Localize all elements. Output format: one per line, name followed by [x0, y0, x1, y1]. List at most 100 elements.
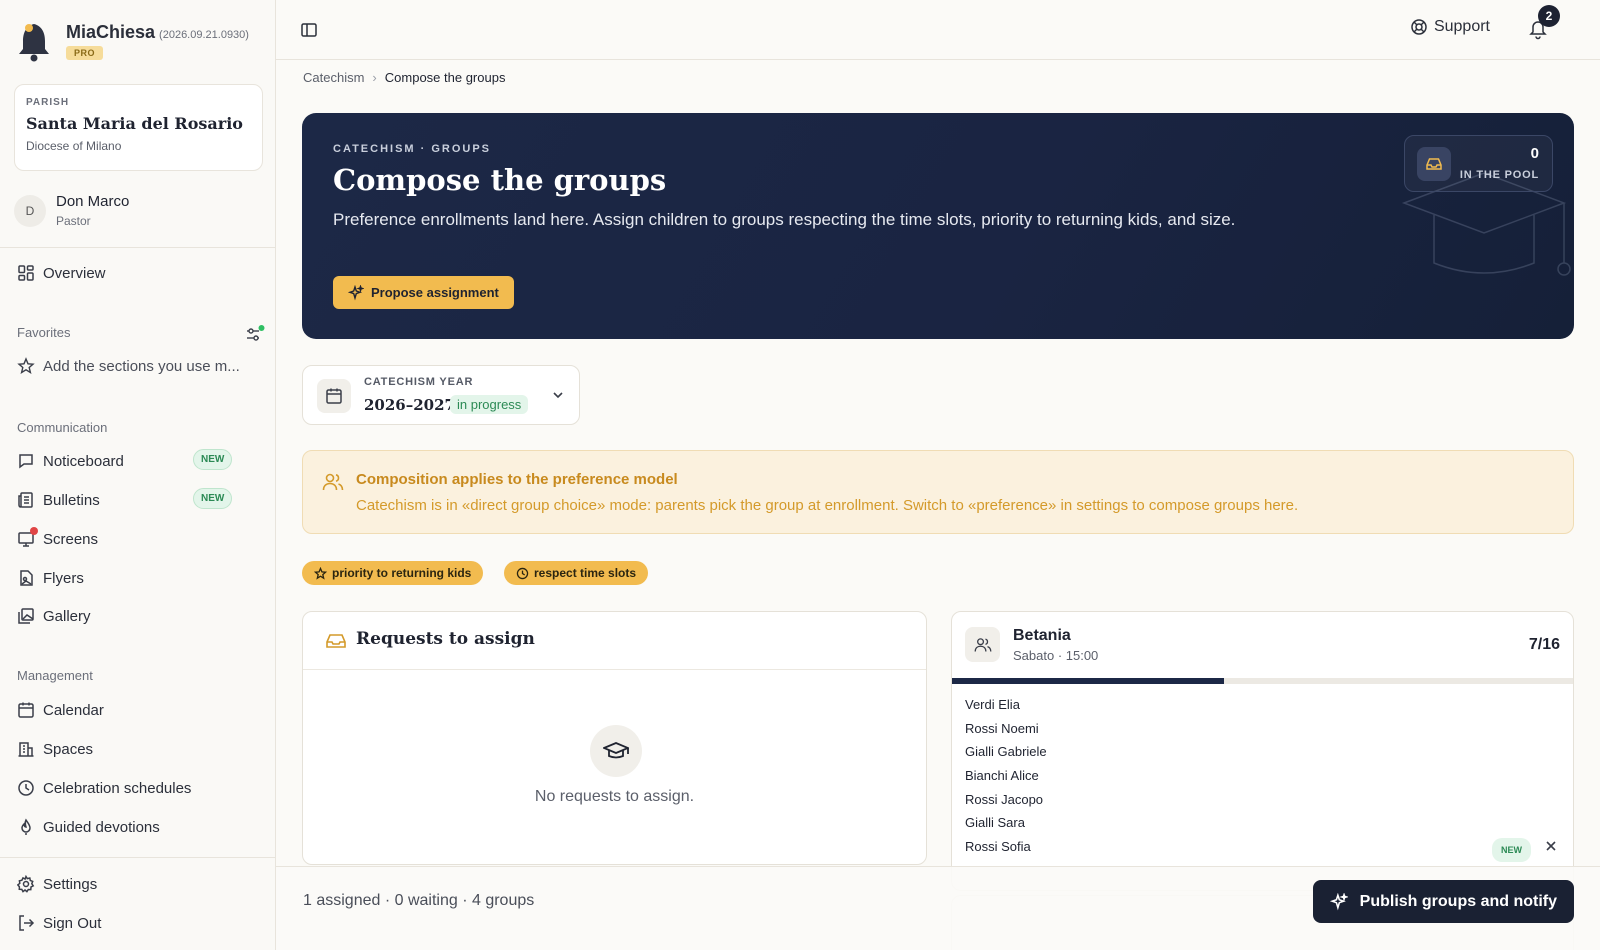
- clock-icon: [18, 780, 34, 796]
- sidebar-item-label: Sign Out: [43, 914, 102, 932]
- catechism-year-select[interactable]: CATECHISM YEAR 2026–2027 in progress: [302, 365, 580, 425]
- chip-label: priority to returning kids: [332, 566, 472, 580]
- parish-label: PARISH: [26, 97, 70, 108]
- bell-logo-icon: [19, 24, 49, 62]
- sidebar-item-bulletins[interactable]: Bulletins NEW: [17, 486, 262, 514]
- sparkles-icon: [1329, 892, 1348, 910]
- empty-state-icon-wrap: [590, 725, 642, 777]
- sidebar-item-guided-devotions[interactable]: Guided devotions: [17, 813, 262, 841]
- message-square-icon: [19, 454, 33, 469]
- propose-assignment-label: Propose assignment: [371, 285, 499, 300]
- year-value: 2026–2027: [364, 396, 455, 414]
- sidebar-toggle-icon[interactable]: [300, 21, 318, 39]
- list-item[interactable]: Rossi Jacopo: [965, 791, 1561, 815]
- life-buoy-icon: [1411, 19, 1427, 35]
- sidebar-item-screens[interactable]: Screens: [17, 525, 262, 553]
- users-icon-wrap: [965, 627, 1000, 662]
- member-name: Rossi Jacopo: [965, 791, 1044, 807]
- sidebar-item-settings[interactable]: Settings: [17, 870, 262, 898]
- member-name: Gialli Sara: [965, 815, 1025, 831]
- pool-label: IN THE POOL: [1459, 169, 1539, 181]
- calendar-icon: [18, 702, 34, 718]
- support-label: Support: [1433, 18, 1490, 35]
- hero-banner: CATECHISM · GROUPS Compose the groups Pr…: [302, 113, 1574, 339]
- action-bar: 1 assigned · 0 waiting · 4 groups Publis…: [276, 866, 1600, 950]
- favorites-add[interactable]: Add the sections you use m...: [17, 352, 262, 380]
- publish-groups-label: Publish groups and notify: [1359, 892, 1557, 910]
- sidebar-item-label: Guided devotions: [43, 818, 160, 836]
- parish-name: Santa Maria del Rosario: [26, 114, 243, 133]
- group-card-betania: Betania Sabato · 15:00 7/16 Verdi Elia R…: [951, 611, 1574, 891]
- divider: [0, 247, 276, 248]
- list-item[interactable]: Bianchi Alice: [965, 767, 1561, 791]
- parish-card[interactable]: PARISH Santa Maria del Rosario Diocese o…: [14, 84, 263, 171]
- sidebar-item-label: Flyers: [43, 569, 84, 587]
- sidebar-item-calendar[interactable]: Calendar: [17, 696, 262, 724]
- notice-text: Catechism is in «direct group choice» mo…: [356, 497, 1299, 514]
- chip-priority-returning[interactable]: priority to returning kids: [302, 561, 484, 585]
- log-out-icon: [19, 915, 35, 931]
- sidebar-item-celebration-schedules[interactable]: Celebration schedules: [17, 774, 262, 802]
- app-version: (2026.09.21.0930): [159, 29, 249, 41]
- member-name: Rossi Noemi: [965, 720, 1039, 736]
- user-profile[interactable]: D Don Marco Pastor: [14, 192, 264, 232]
- sidebar-item-spaces[interactable]: Spaces: [17, 735, 262, 763]
- new-badge: NEW: [193, 488, 233, 509]
- parish-diocese: Diocese of Milano: [26, 139, 122, 153]
- year-label: CATECHISM YEAR: [364, 376, 474, 388]
- list-item[interactable]: Rossi Noemi: [965, 720, 1561, 744]
- gear-icon: [17, 875, 35, 893]
- list-item[interactable]: Verdi Elia: [965, 696, 1561, 720]
- favorites-add-label: Add the sections you use m...: [43, 357, 240, 375]
- breadcrumb-parent[interactable]: Catechism: [303, 70, 364, 85]
- list-item[interactable]: Gialli Gabriele: [965, 743, 1561, 767]
- list-item[interactable]: Rossi Sofia NEW: [965, 838, 1561, 863]
- group-time-slot: Sabato · 15:00: [1013, 648, 1099, 663]
- sidebar-item-flyers[interactable]: Flyers: [17, 564, 262, 592]
- avatar: D: [14, 195, 46, 227]
- publish-groups-button[interactable]: Publish groups and notify: [1312, 880, 1574, 923]
- star-icon: [314, 566, 327, 580]
- hero-description: Preference enrollments land here. Assign…: [333, 210, 1236, 229]
- member-name: Bianchi Alice: [965, 768, 1039, 784]
- star-icon: [17, 357, 35, 374]
- inbox-icon: [326, 634, 346, 648]
- user-name: Don Marco: [56, 193, 130, 210]
- user-role: Pastor: [56, 214, 91, 228]
- sidebar-item-sign-out[interactable]: Sign Out: [17, 909, 262, 937]
- breadcrumb: Catechism › Compose the groups: [303, 70, 505, 85]
- sidebar-item-label: Celebration schedules: [43, 779, 192, 797]
- group-capacity: 7/16: [1528, 636, 1560, 653]
- requests-title: Requests to assign: [356, 629, 535, 649]
- alert-dot: [30, 527, 38, 535]
- section-management: Management: [17, 668, 93, 683]
- notification-count-badge: 2: [1538, 5, 1560, 27]
- clock-icon: [516, 567, 529, 579]
- pool-count: 0: [1530, 145, 1539, 162]
- monitor-icon-wrap: [17, 527, 38, 548]
- chip-respect-time-slots[interactable]: respect time slots: [504, 561, 649, 585]
- sidebar-item-gallery[interactable]: Gallery: [17, 602, 262, 630]
- requests-header: Requests to assign: [303, 612, 926, 670]
- support-button[interactable]: Support: [1410, 18, 1490, 36]
- inbox-icon: [1426, 158, 1442, 170]
- app-name: MiaChiesa (2026.09.21.0930): [66, 22, 249, 42]
- brand[interactable]: MiaChiesa (2026.09.21.0930) PRO: [16, 20, 266, 64]
- propose-assignment-button[interactable]: Propose assignment: [333, 276, 514, 309]
- close-icon[interactable]: [1545, 840, 1557, 852]
- plan-badge: PRO: [66, 46, 104, 60]
- grid-icon: [18, 265, 34, 281]
- sidebar-item-overview[interactable]: Overview: [17, 259, 262, 287]
- list-item[interactable]: Gialli Sara: [965, 814, 1561, 838]
- preference-model-notice: Composition applies to the preference mo…: [302, 450, 1574, 534]
- member-name: Gialli Gabriele: [965, 744, 1047, 760]
- graduation-cap-decoration-icon: [1401, 173, 1571, 276]
- newspaper-icon: [18, 492, 33, 508]
- sidebar-item-label: Gallery: [43, 607, 91, 625]
- sidebar-item-noticeboard[interactable]: Noticeboard NEW: [17, 447, 262, 475]
- building-icon: [18, 742, 34, 757]
- favorites-settings-icon[interactable]: [245, 325, 265, 343]
- sidebar: MiaChiesa (2026.09.21.0930) PRO PARISH Sa…: [0, 0, 276, 950]
- inbox-icon-wrap: [1417, 147, 1451, 181]
- hero-kicker: CATECHISM · GROUPS: [333, 143, 492, 155]
